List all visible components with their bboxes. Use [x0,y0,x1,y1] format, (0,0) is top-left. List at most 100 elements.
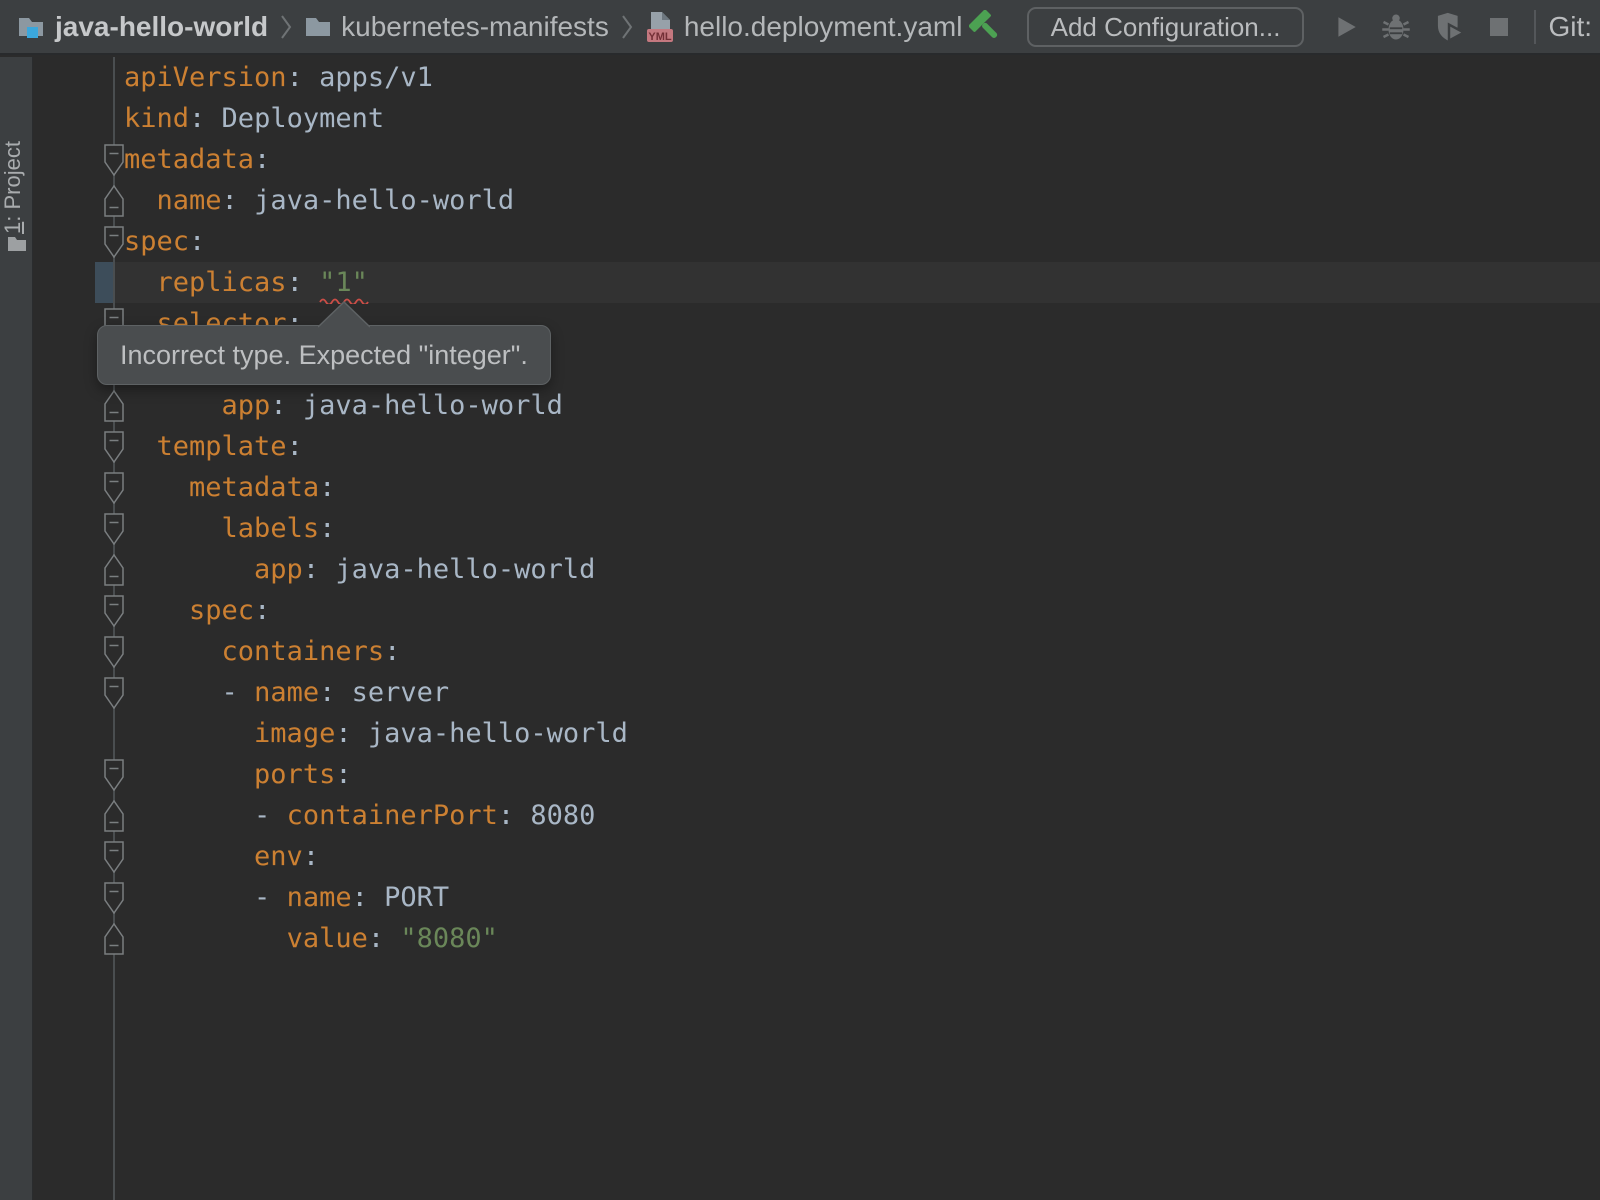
yaml-value: java-hello-world [319,554,595,585]
yaml-value: java-hello-world [352,718,628,749]
code-line[interactable]: - name: server [124,672,449,713]
fold-end-marker[interactable] [103,554,125,586]
fold-start-marker[interactable] [103,472,125,504]
yaml-key: ports [254,759,335,790]
yaml-key: metadata [189,472,319,503]
code-line[interactable]: spec: [124,590,270,631]
yaml-key: containers [222,636,385,667]
project-tool-window-button[interactable]: 1: Project [0,124,24,234]
yaml-dash: - [254,800,287,831]
tooltip-message: Incorrect type. Expected "integer". [120,340,528,371]
yaml-indent [124,841,254,872]
breadcrumb-folder[interactable]: kubernetes-manifests [304,11,609,43]
yaml-colon: : [303,554,319,585]
yaml-indent [124,472,189,503]
fold-start-marker[interactable] [103,841,125,873]
breadcrumb-project-label: java-hello-world [55,11,268,43]
run-button[interactable] [1333,14,1359,40]
yaml-dash: - [254,882,287,913]
yaml-colon: : [335,759,351,790]
code-line[interactable]: template: [124,426,303,467]
project-folder-mini-icon[interactable] [7,234,27,252]
project-button-mnemonic: 1 [0,222,25,234]
yaml-key: containerPort [287,800,498,831]
code-line[interactable]: apiVersion: apps/v1 [124,57,433,98]
fold-start-marker[interactable] [103,677,125,709]
yaml-key: app [222,390,271,421]
yaml-indent [124,923,287,954]
fold-start-marker[interactable] [103,144,125,176]
yaml-colon: : [287,431,303,462]
code-line[interactable]: - name: PORT [124,877,449,918]
fold-start-marker[interactable] [103,636,125,668]
yaml-key: name [254,677,319,708]
debug-button[interactable] [1381,12,1411,42]
code-line[interactable]: kind: Deployment [124,98,384,139]
yaml-indent [124,718,254,749]
breadcrumb: java-hello-world kubernetes-manifests YM… [16,10,962,44]
fold-start-marker[interactable] [103,226,125,258]
fold-start-marker[interactable] [103,595,125,627]
project-button-label: : Project [0,141,25,222]
fold-end-marker[interactable] [103,185,125,217]
breadcrumb-project[interactable]: java-hello-world [16,11,268,43]
stop-button[interactable] [1487,15,1511,39]
fold-end-marker[interactable] [103,390,125,422]
code-line[interactable]: value: "8080" [124,918,498,959]
build-hammer-icon[interactable] [969,10,1003,44]
yaml-indent [124,513,222,544]
tooltip-arrow [318,301,370,328]
code-line[interactable]: spec: [124,221,205,262]
add-configuration-button[interactable]: Add Configuration... [1027,7,1305,47]
yaml-colon: : [303,841,319,872]
yaml-colon: : [352,882,368,913]
code-line[interactable]: metadata: [124,467,335,508]
yaml-indent [124,882,254,913]
code-line[interactable]: env: [124,836,319,877]
git-branch-widget[interactable]: Git: [1548,11,1594,43]
fold-end-marker[interactable] [103,800,125,832]
yaml-indent [124,677,222,708]
code-line[interactable]: metadata: [124,139,270,180]
yaml-colon: : [319,513,335,544]
yaml-colon: : [368,923,384,954]
code-line[interactable]: ports: [124,754,352,795]
yaml-value: apps/v1 [303,62,433,93]
bug-icon [1381,12,1411,42]
yaml-key: value [287,923,368,954]
yaml-colon: : [287,62,303,93]
fold-start-marker[interactable] [103,882,125,914]
code-line[interactable]: app: java-hello-world [124,549,595,590]
yaml-key: template [157,431,287,462]
yaml-colon: : [335,718,351,749]
fold-start-marker[interactable] [103,513,125,545]
yaml-colon: : [384,636,400,667]
yaml-colon: : [319,677,335,708]
yaml-value: java-hello-world [287,390,563,421]
fold-end-marker[interactable] [103,923,125,955]
breadcrumb-file[interactable]: YML hello.deployment.yaml [645,10,963,44]
code-line[interactable]: labels: [124,508,335,549]
yaml-value: "8080" [384,923,498,954]
chevron-right-icon [280,12,292,42]
code-line[interactable]: name: java-hello-world [124,180,514,221]
code-line[interactable]: app: java-hello-world [124,385,563,426]
code-line[interactable]: containers: [124,631,400,672]
code-line[interactable]: - containerPort: 8080 [124,795,595,836]
fold-start-marker[interactable] [103,431,125,463]
yaml-key: kind [124,103,189,134]
editor[interactable]: apiVersion: apps/v1kind: Deploymentmetad… [33,57,1600,1200]
yaml-key: name [287,882,352,913]
yaml-indent [124,800,254,831]
yaml-key: app [254,554,303,585]
coverage-button[interactable] [1433,11,1465,43]
code-line[interactable]: image: java-hello-world [124,713,628,754]
run-toolbar [1322,11,1522,43]
fold-start-marker[interactable] [103,759,125,791]
yaml-key: name [157,185,222,216]
yaml-colon: : [498,800,514,831]
tool-window-bar: 1: Project [0,57,33,1200]
breadcrumb-file-label: hello.deployment.yaml [684,11,963,43]
yaml-colon: : [319,472,335,503]
yaml-indent [124,267,157,298]
